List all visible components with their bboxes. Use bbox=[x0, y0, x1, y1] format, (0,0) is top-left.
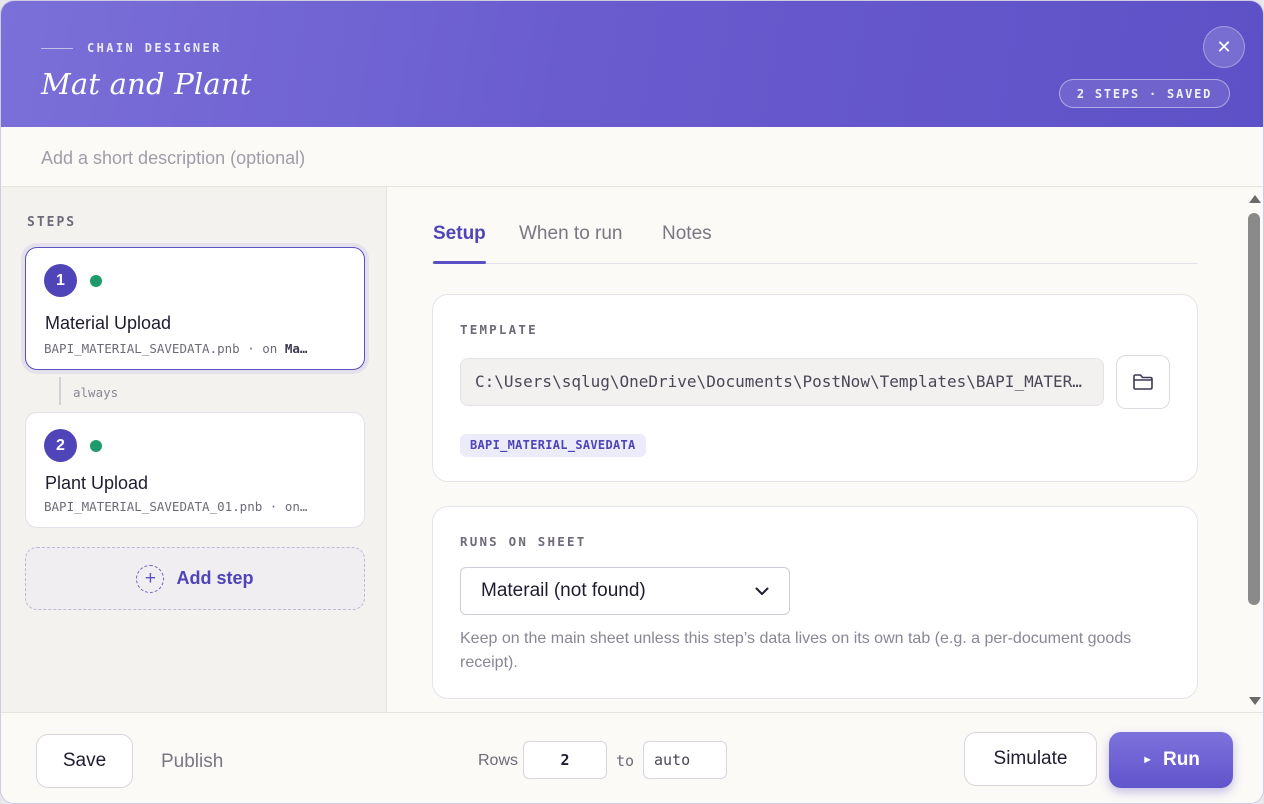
step-sheet-sep: · on… bbox=[262, 499, 308, 514]
browse-folder-button[interactable] bbox=[1116, 355, 1170, 409]
step-sheet-sep: · on bbox=[239, 341, 285, 356]
run-label: Run bbox=[1162, 749, 1200, 770]
sheet-hint: Keep on the main sheet unless this step’… bbox=[460, 630, 1132, 671]
eyebrow-rule bbox=[41, 47, 73, 49]
sheet-select[interactable]: Materail (not found) bbox=[460, 567, 790, 615]
editor-scrollbar[interactable] bbox=[1245, 187, 1263, 712]
step-card-1[interactable]: 1 Material Upload BAPI_MATERIAL_SAVEDATA… bbox=[25, 247, 365, 370]
rows-from-input[interactable] bbox=[523, 741, 607, 779]
step-status-dot bbox=[90, 440, 102, 452]
step-sheet: Ma… bbox=[284, 341, 308, 356]
scroll-thumb[interactable] bbox=[1248, 213, 1260, 605]
step-editor: Setup When to run Notes TEMPLATE C:\User… bbox=[387, 187, 1245, 712]
play-icon: ► bbox=[1142, 754, 1153, 766]
run-button[interactable]: ► Run bbox=[1109, 732, 1233, 788]
dialog-header: CHAIN DESIGNER Mat and Plant ✕ 2 STEPS ·… bbox=[1, 1, 1263, 127]
status-badge: 2 STEPS · SAVED bbox=[1059, 79, 1230, 108]
description-input[interactable] bbox=[41, 145, 841, 171]
tab-setup[interactable]: Setup bbox=[433, 223, 486, 264]
step-name: Plant Upload bbox=[45, 473, 149, 493]
template-path-field[interactable]: C:\Users\sqlug\OneDrive\Documents\PostNo… bbox=[460, 358, 1104, 406]
runs-on-sheet-card: RUNS ON SHEET Materail (not found) Keep … bbox=[432, 506, 1198, 699]
close-button[interactable]: ✕ bbox=[1203, 26, 1245, 68]
scroll-up-arrow[interactable] bbox=[1249, 195, 1261, 203]
simulate-button[interactable]: Simulate bbox=[964, 732, 1097, 786]
runs-on-sheet-label: RUNS ON SHEET bbox=[460, 534, 587, 549]
add-step-label: Add step bbox=[176, 568, 254, 588]
plus-icon: + bbox=[136, 564, 165, 593]
add-step-button[interactable]: + Add step bbox=[25, 547, 365, 610]
step-number: 1 bbox=[44, 264, 77, 297]
rows-to-input[interactable] bbox=[643, 741, 727, 779]
step-card-2[interactable]: 2 Plant Upload BAPI_MATERIAL_SAVEDATA_01… bbox=[25, 412, 365, 528]
step-status-dot bbox=[90, 275, 102, 287]
dialog-footer: Save Publish Rows to Simulate ► Run bbox=[1, 712, 1263, 803]
step-meta: BAPI_MATERIAL_SAVEDATA.pnb · on Ma… bbox=[44, 341, 352, 356]
template-tag: BAPI_MATERIAL_SAVEDATA bbox=[460, 434, 646, 457]
template-label: TEMPLATE bbox=[460, 322, 538, 337]
header-eyebrow: CHAIN DESIGNER bbox=[41, 41, 222, 55]
step-name: Material Upload bbox=[45, 313, 172, 333]
connector-label: always bbox=[73, 385, 119, 400]
save-button[interactable]: Save bbox=[36, 734, 133, 788]
steps-heading: STEPS bbox=[27, 215, 77, 230]
template-card: TEMPLATE C:\Users\sqlug\OneDrive\Documen… bbox=[432, 294, 1198, 482]
chain-title[interactable]: Mat and Plant bbox=[41, 67, 252, 101]
step-file: BAPI_MATERIAL_SAVEDATA.pnb bbox=[44, 341, 240, 356]
step-file: BAPI_MATERIAL_SAVEDATA_01.pnb bbox=[44, 499, 263, 514]
rows-to-label: to bbox=[616, 752, 635, 770]
rows-label: Rows bbox=[478, 752, 519, 769]
step-meta: BAPI_MATERIAL_SAVEDATA_01.pnb · on… bbox=[44, 499, 352, 514]
close-icon: ✕ bbox=[1216, 36, 1232, 58]
tab-notes[interactable]: Notes bbox=[662, 223, 712, 263]
steps-sidebar: STEPS 1 Material Upload BAPI_MATERIAL_SA… bbox=[1, 187, 387, 712]
folder-icon bbox=[1133, 374, 1153, 390]
chevron-down-icon bbox=[755, 587, 769, 595]
chain-designer-dialog: CHAIN DESIGNER Mat and Plant ✕ 2 STEPS ·… bbox=[0, 0, 1264, 804]
scroll-down-arrow[interactable] bbox=[1249, 697, 1261, 705]
step-number: 2 bbox=[44, 429, 77, 462]
description-row bbox=[1, 127, 1263, 187]
publish-button[interactable]: Publish bbox=[161, 751, 223, 773]
tab-when-to-run[interactable]: When to run bbox=[519, 223, 623, 263]
eyebrow-text: CHAIN DESIGNER bbox=[87, 41, 222, 55]
sheet-select-value: Materail (not found) bbox=[481, 580, 646, 601]
editor-tabs: Setup When to run Notes bbox=[432, 223, 1198, 264]
step-connector bbox=[59, 377, 61, 405]
